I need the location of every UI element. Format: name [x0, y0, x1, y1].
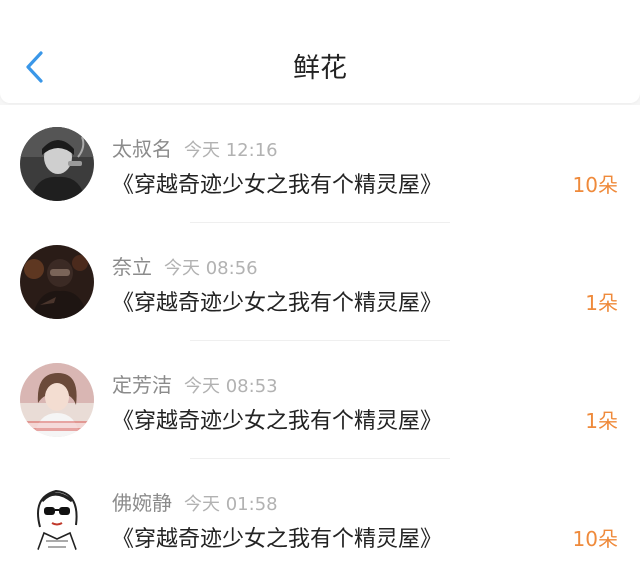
sender-name: 太叔名: [112, 137, 172, 161]
sender-name: 奈立: [112, 255, 152, 279]
timestamp: 今天 08:56: [164, 258, 258, 279]
page-title: 鲜花: [293, 53, 347, 84]
avatar-sketch-girl-image: [20, 481, 94, 555]
avatar[interactable]: [20, 127, 94, 201]
item-meta: 奈立 今天 08:56: [112, 251, 258, 279]
back-button[interactable]: [18, 48, 52, 90]
book-title: 《穿越奇迹少女之我有个精灵屋》: [112, 291, 443, 316]
book-title: 《穿越奇迹少女之我有个精灵屋》: [112, 173, 443, 198]
flower-count: 1朵: [585, 409, 618, 433]
item-meta: 太叔名 今天 12:16: [112, 133, 278, 161]
book-title: 《穿越奇迹少女之我有个精灵屋》: [112, 527, 443, 552]
avatar[interactable]: [20, 481, 94, 555]
list-item[interactable]: 奈立 今天 08:56 《穿越奇迹少女之我有个精灵屋》 1朵: [0, 223, 640, 341]
flower-count: 10朵: [572, 527, 618, 551]
sender-name: 定芳洁: [112, 373, 172, 397]
item-meta: 佛婉静 今天 01:58: [112, 487, 278, 515]
page: 鲜花 太叔名 今天 12:16 《穿越奇迹少女之我有个精灵屋》 10朵 奈立 今…: [0, 0, 640, 587]
list-item[interactable]: 太叔名 今天 12:16 《穿越奇迹少女之我有个精灵屋》 10朵: [0, 105, 640, 223]
avatar[interactable]: [20, 363, 94, 437]
book-title: 《穿越奇迹少女之我有个精灵屋》: [112, 409, 443, 434]
timestamp: 今天 08:53: [184, 376, 278, 397]
avatar-man-smoking-image: [20, 127, 94, 201]
avatar-girl-photo-image: [20, 363, 94, 437]
sender-name: 佛婉静: [112, 491, 172, 515]
list-item[interactable]: 定芳洁 今天 08:53 《穿越奇迹少女之我有个精灵屋》 1朵: [0, 341, 640, 459]
timestamp: 今天 12:16: [184, 140, 278, 161]
timestamp: 今天 01:58: [184, 494, 278, 515]
flower-count: 1朵: [585, 291, 618, 315]
list-item[interactable]: 佛婉静 今天 01:58 《穿越奇迹少女之我有个精灵屋》 10朵: [0, 459, 640, 577]
chevron-left-icon: [24, 50, 46, 88]
avatar[interactable]: [20, 245, 94, 319]
item-meta: 定芳洁 今天 08:53: [112, 369, 278, 397]
top-bar: 鲜花: [0, 0, 640, 103]
flower-list: 太叔名 今天 12:16 《穿越奇迹少女之我有个精灵屋》 10朵 奈立 今天 0…: [0, 105, 640, 587]
avatar-masked-figure-image: [20, 245, 94, 319]
flower-count: 10朵: [572, 173, 618, 197]
